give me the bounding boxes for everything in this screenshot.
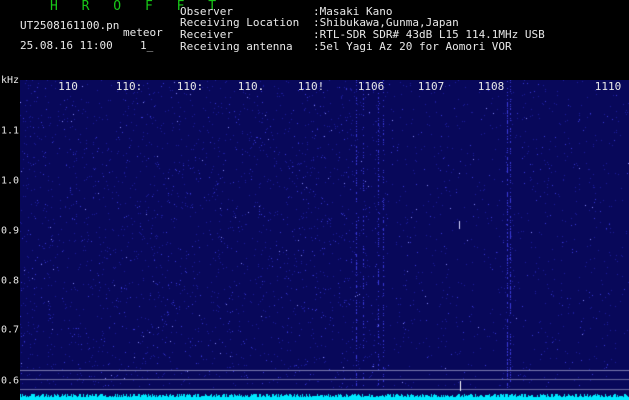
y-tick-label: 1.1 bbox=[1, 125, 20, 137]
x-tick-label: 110: bbox=[115, 80, 143, 93]
antenna-label: Receiving antenna bbox=[180, 40, 293, 53]
y-tick-label: 0.7 bbox=[1, 324, 20, 336]
antenna-value: :5el Yagi Az 20 for Aomori VOR bbox=[313, 40, 512, 53]
x-tick-label: 110: bbox=[176, 80, 204, 93]
x-tick-label: 1106 bbox=[357, 80, 385, 93]
x-tick-label: 1108 bbox=[477, 80, 505, 93]
y-tick-label: 1.0 bbox=[1, 175, 20, 187]
meteor-count: 1_ bbox=[140, 39, 154, 52]
y-tick-label: 0.8 bbox=[1, 275, 20, 287]
y-tick-label: 0.6 bbox=[1, 375, 20, 387]
meteor-label: meteor bbox=[123, 26, 163, 39]
x-tick-label: 1110 bbox=[594, 80, 622, 93]
x-tick-label: 110 bbox=[58, 80, 78, 93]
y-tick-label: 0.9 bbox=[1, 225, 20, 237]
x-tick-label: 110. bbox=[237, 80, 265, 93]
y-axis-unit: kHz bbox=[1, 75, 20, 86]
spectrogram-waterfall bbox=[20, 80, 629, 400]
hrofft-window: H R O F F T UT2508161100.pn meteor 25.08… bbox=[0, 0, 629, 400]
capture-datetime: 25.08.16 11:00 bbox=[20, 39, 113, 52]
image-filename: UT2508161100.pn bbox=[20, 19, 120, 32]
x-tick-label: 110! bbox=[297, 80, 325, 93]
x-tick-label: 1107 bbox=[417, 80, 445, 93]
